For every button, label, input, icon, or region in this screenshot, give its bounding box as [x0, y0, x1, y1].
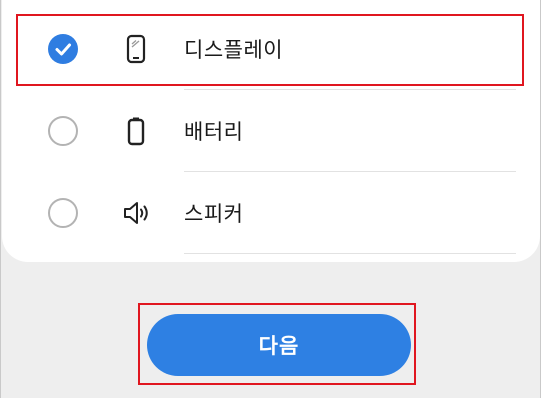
options-card: 디스플레이 배터리 스피커 [2, 0, 540, 262]
phone-display-icon [122, 33, 150, 65]
option-speaker[interactable]: 스피커 [2, 172, 540, 254]
display-radio-checked[interactable] [48, 34, 78, 64]
checkmark-icon [55, 43, 71, 56]
option-label: 스피커 [184, 202, 244, 226]
option-label: 디스플레이 [184, 38, 284, 62]
divider [184, 253, 516, 254]
battery-icon [122, 115, 150, 147]
diagnostics-screen: 디스플레이 배터리 스피커 다음 [0, 0, 541, 398]
next-button[interactable]: 다음 [147, 314, 411, 376]
battery-radio[interactable] [48, 116, 78, 146]
option-label: 배터리 [184, 120, 244, 144]
speaker-radio[interactable] [48, 198, 78, 228]
option-battery[interactable]: 배터리 [2, 90, 540, 172]
speaker-icon [122, 197, 150, 229]
option-display[interactable]: 디스플레이 [2, 8, 540, 90]
